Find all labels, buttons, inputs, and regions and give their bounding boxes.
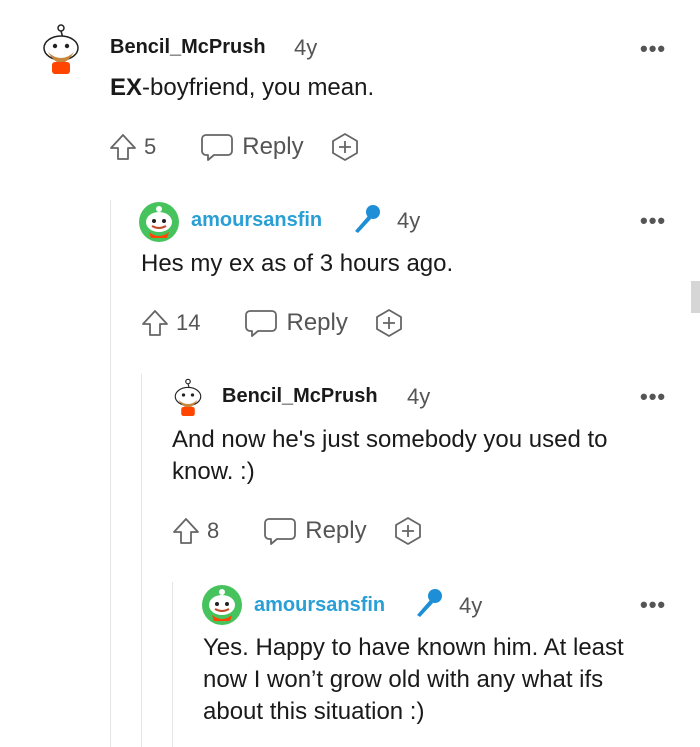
vote-count: 14 — [176, 310, 201, 335]
award-plus-icon — [394, 517, 421, 545]
snoo-bearded-avatar[interactable] — [40, 22, 82, 78]
comment-body-emphasis: EX — [110, 74, 143, 101]
microphone-icon — [349, 202, 383, 236]
comment-username[interactable]: amoursansfin — [254, 594, 385, 617]
snoo-green-avatar[interactable] — [139, 202, 179, 242]
comment-actions: 14 Reply — [140, 308, 404, 338]
award-plus-icon — [375, 309, 402, 337]
thread-line-level-3[interactable] — [172, 582, 173, 747]
comment-body: Yes. Happy to have known him. At least n… — [203, 634, 624, 725]
award-button[interactable] — [374, 308, 404, 338]
comment-username[interactable]: Bencil_McPrush — [222, 385, 378, 408]
reply-button[interactable]: Reply — [200, 132, 304, 162]
award-button[interactable] — [330, 132, 360, 162]
comment-timestamp: 4y — [459, 593, 483, 618]
upvote-button[interactable]: 5 — [108, 132, 156, 162]
upvote-arrow-icon — [173, 518, 199, 544]
thread-line-level-1[interactable] — [110, 200, 111, 747]
upvote-button[interactable]: 8 — [171, 516, 219, 546]
comment-body-text: -boyfriend, you mean. — [142, 74, 375, 101]
more-options-button[interactable]: ••• — [640, 38, 666, 60]
upvote-button[interactable]: 14 — [140, 308, 200, 338]
reply-label: Reply — [305, 517, 367, 544]
comment-body: And now he's just somebody you used to k… — [172, 426, 608, 485]
award-plus-icon — [331, 133, 358, 161]
comment-body: EX-boyfriend, you mean. — [110, 72, 670, 104]
award-button[interactable] — [393, 516, 423, 546]
reply-label: Reply — [242, 133, 304, 160]
comment-username[interactable]: amoursansfin — [191, 209, 322, 232]
vote-count: 8 — [207, 518, 220, 543]
upvote-arrow-icon — [142, 310, 168, 336]
snoo-green-avatar[interactable] — [202, 585, 242, 625]
microphone-icon — [411, 586, 445, 620]
comment-username[interactable]: Bencil_McPrush — [110, 36, 266, 59]
vote-count: 5 — [144, 134, 157, 159]
speech-bubble-icon — [201, 134, 234, 161]
more-options-button[interactable]: ••• — [640, 210, 666, 232]
reply-button[interactable]: Reply — [244, 308, 348, 338]
comment-timestamp: 4y — [397, 208, 421, 233]
comment-timestamp: 4y — [294, 35, 318, 60]
more-options-button[interactable]: ••• — [640, 594, 666, 616]
speech-bubble-icon — [264, 518, 297, 545]
scrollbar-thumb[interactable] — [691, 281, 700, 313]
comment-actions: 8 Reply — [171, 516, 423, 546]
upvote-arrow-icon — [110, 134, 136, 160]
comment-timestamp: 4y — [407, 384, 431, 409]
snoo-bearded-avatar[interactable] — [172, 377, 204, 419]
more-options-button[interactable]: ••• — [640, 386, 666, 408]
comment-body: Hes my ex as of 3 hours ago. — [141, 250, 454, 277]
speech-bubble-icon — [245, 310, 278, 337]
reply-button[interactable]: Reply — [263, 516, 367, 546]
thread-line-level-2[interactable] — [141, 374, 142, 747]
comment-actions: 5 Reply — [108, 132, 360, 162]
reply-label: Reply — [286, 309, 348, 336]
